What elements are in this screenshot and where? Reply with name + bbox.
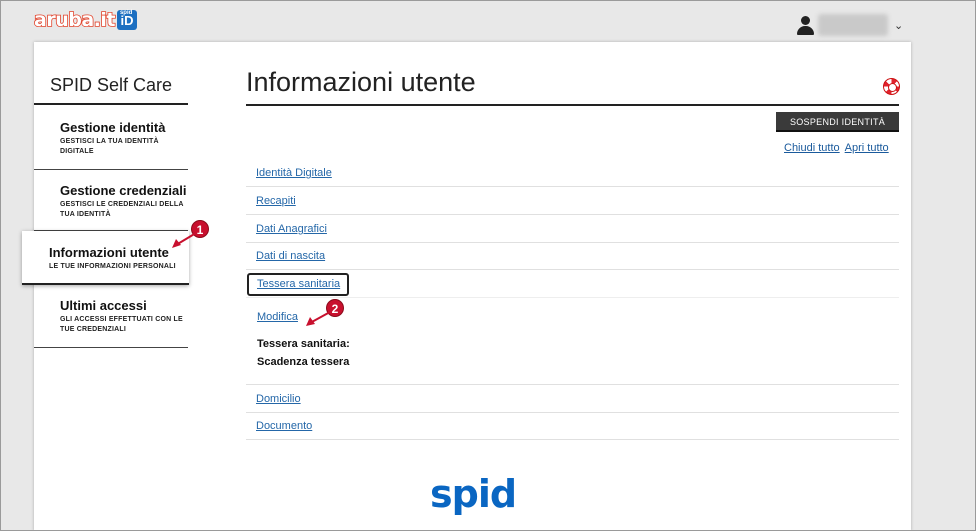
sidebar-item-gestione-identita[interactable]: Gestione identità GESTISCI LA TUA IDENTI… xyxy=(34,106,188,170)
section-link[interactable]: Dati Anagrafici xyxy=(256,223,327,235)
annotation-arrow-1 xyxy=(172,232,197,248)
section-link[interactable]: Identità Digitale xyxy=(256,167,332,179)
spid-footer-logo: spid xyxy=(430,472,517,516)
sidebar-item-ultimi-accessi[interactable]: Ultimi accessi GLI ACCESSI EFFETTUATI CO… xyxy=(34,285,188,348)
field-label-scadenza: Scadenza tessera xyxy=(257,356,350,368)
accordion-toggle-links: Chiudi tutto Apri tutto xyxy=(784,142,894,154)
section-link[interactable]: Dati di nascita xyxy=(256,250,325,262)
sidebar-item-sub: GESTISCI LE CREDENZIALI DELLA TUA IDENTI… xyxy=(60,201,184,218)
annotation-arrow-2 xyxy=(306,311,331,326)
user-menu[interactable]: ⌄ xyxy=(796,13,903,37)
accordion-dati-di-nascita[interactable]: Dati di nascita xyxy=(246,242,899,270)
sidebar-item-label: Gestione credenziali xyxy=(60,183,187,198)
accordion-domicilio[interactable]: Domicilio xyxy=(246,385,899,413)
accordion-tessera-sanitaria[interactable]: Tessera sanitaria xyxy=(247,273,349,296)
accordion-dati-anagrafici[interactable]: Dati Anagrafici xyxy=(246,215,899,243)
accordion-identita-digitale[interactable]: Identità Digitale xyxy=(246,159,899,187)
sidebar-item-label: Gestione identità xyxy=(60,120,166,135)
section-link[interactable]: Recapiti xyxy=(256,195,296,207)
chevron-down-icon[interactable]: ⌄ xyxy=(894,19,903,32)
section-link[interactable]: Tessera sanitaria xyxy=(257,278,340,290)
suspend-identity-button[interactable]: SOSPENDI IDENTITÀ xyxy=(776,112,899,132)
spid-id-badge: spid iD xyxy=(116,10,137,30)
sidebar-item-informazioni-utente[interactable]: Informazioni utente LE TUE INFORMAZIONI … xyxy=(22,231,189,285)
tessera-sanitaria-panel: Modifica Tessera sanitaria: Scadenza tes… xyxy=(246,297,899,385)
user-icon xyxy=(796,15,814,35)
badge-small-text: spid xyxy=(119,10,133,16)
sidebar-item-sub: GLI ACCESSI EFFETTUATI CON LE TUE CREDEN… xyxy=(60,316,183,333)
section-link[interactable]: Documento xyxy=(256,420,312,432)
section-link[interactable]: Domicilio xyxy=(256,393,301,405)
sidebar-item-sub: GESTISCI LA TUA IDENTITÀ DIGITALE xyxy=(60,138,159,155)
accordion-recapiti[interactable]: Recapiti xyxy=(246,187,899,215)
edit-link[interactable]: Modifica xyxy=(257,311,298,323)
sidebar-item-gestione-credenziali[interactable]: Gestione credenziali GESTISCI LE CREDENZ… xyxy=(34,170,188,231)
page-title: Informazioni utente xyxy=(246,66,899,106)
lifebuoy-help-icon[interactable] xyxy=(883,78,900,95)
aruba-spid-logo[interactable]: aruba.it spid iD xyxy=(33,8,137,32)
sidebar-item-label: Ultimi accessi xyxy=(60,298,147,313)
collapse-all-link[interactable]: Chiudi tutto xyxy=(784,142,840,154)
accordion-documento[interactable]: Documento xyxy=(246,412,899,440)
sidebar-item-sub: LE TUE INFORMAZIONI PERSONALI xyxy=(49,263,176,270)
aruba-logo-text: aruba.it xyxy=(33,8,116,32)
sidebar-title: SPID Self Care xyxy=(34,72,188,105)
sidebar-item-label: Informazioni utente xyxy=(49,245,169,260)
field-label-tessera: Tessera sanitaria: xyxy=(257,338,350,350)
expand-all-link[interactable]: Apri tutto xyxy=(845,142,889,154)
user-name-redacted xyxy=(818,14,888,36)
